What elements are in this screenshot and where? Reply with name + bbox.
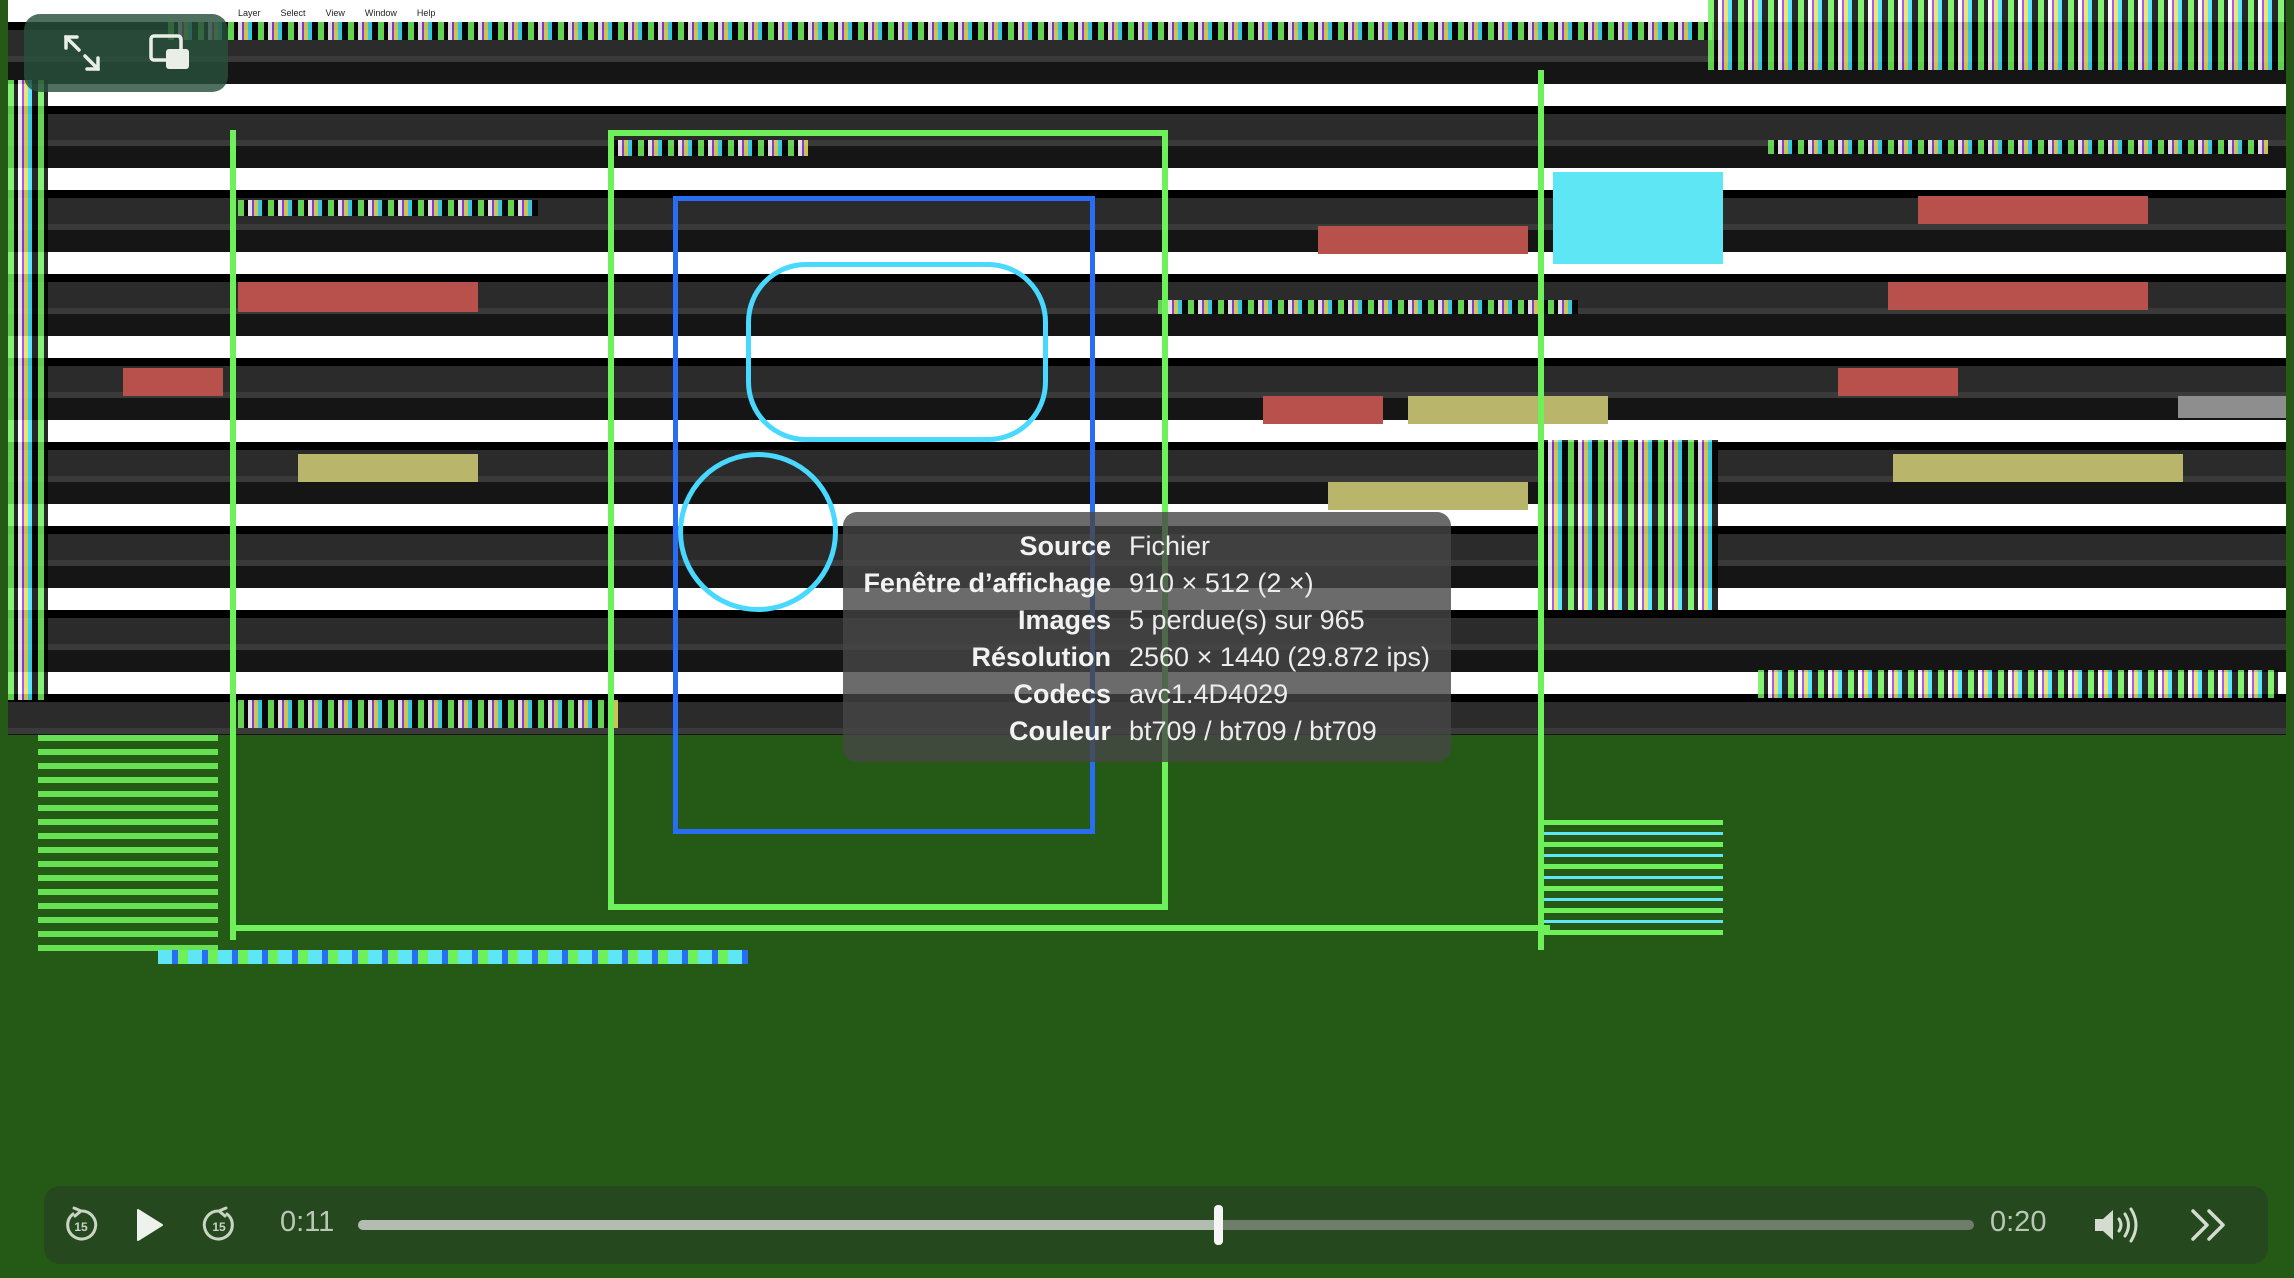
red-block [123, 368, 223, 396]
bottom-glitch-strip [158, 950, 748, 964]
skip-back-15-icon[interactable]: 15 [56, 1200, 106, 1250]
red-block [1263, 396, 1383, 424]
noise-band [1538, 440, 1718, 610]
info-row-source: Source Fichier [861, 528, 1433, 565]
cyan-circle-outline [678, 452, 838, 612]
noise-band [238, 700, 618, 728]
info-row-resolution: Résolution 2560 × 1440 (29.872 ips) [861, 639, 1433, 676]
red-block [1318, 226, 1528, 254]
info-value: avc1.4D4029 [1129, 679, 1289, 709]
volume-icon[interactable] [2088, 1200, 2152, 1250]
cyan-block [1553, 172, 1723, 264]
info-value: Fichier [1129, 531, 1211, 561]
info-value: 5 perdue(s) sur 965 [1129, 605, 1365, 635]
noise-band [168, 22, 1728, 40]
noise-band [1158, 300, 1578, 314]
red-block [1838, 368, 1958, 396]
video-menubar-text: Layer Select View Window Help [238, 8, 435, 18]
menu-view: View [325, 8, 345, 18]
red-block [1918, 196, 2148, 224]
noise-band [1758, 670, 2278, 698]
right-panel-lines [1543, 820, 1723, 940]
current-time: 0:11 [280, 1206, 335, 1238]
info-label: Images [1017, 605, 1111, 635]
progress-thumb[interactable] [1213, 1205, 1223, 1245]
olive-block [1408, 396, 1608, 424]
info-row-codecs: Codecs avc1.4D4029 [861, 676, 1433, 713]
noise-band [8, 80, 48, 700]
play-icon[interactable] [124, 1200, 174, 1250]
window-controls [24, 14, 228, 92]
info-value: bt709 / bt709 / bt709 [1129, 716, 1377, 746]
progress-fill [358, 1220, 1218, 1230]
noise-band [1768, 140, 2268, 154]
fast-forward-chevrons-icon[interactable] [2182, 1200, 2236, 1250]
gray-block [2178, 396, 2286, 418]
olive-block [1893, 454, 2183, 482]
olive-block [298, 454, 478, 482]
duration-time: 0:20 [1990, 1206, 2047, 1238]
skip-forward-15-icon[interactable]: 15 [194, 1200, 244, 1250]
info-value: 2560 × 1440 (29.872 ips) [1129, 642, 1430, 672]
left-panel-lines [38, 735, 218, 955]
info-label: Résolution [971, 642, 1112, 672]
info-row-frames: Images 5 perdue(s) sur 965 [861, 602, 1433, 639]
lime-vertical-line [1534, 70, 1544, 950]
info-row-viewport: Fenêtre d’affichage 910 × 512 (2 ×) [861, 565, 1433, 602]
red-block [1888, 282, 2148, 310]
cyan-shape-outline [746, 262, 1048, 442]
olive-block [1328, 482, 1528, 510]
info-label: Couleur [1008, 716, 1111, 746]
info-label: Codecs [1013, 679, 1111, 709]
menu-help: Help [416, 8, 436, 18]
info-label: Source [1019, 531, 1111, 561]
lime-horizontal-line [230, 925, 1550, 935]
video-player: Layer Select View Window Help Source Fic… [0, 0, 2294, 1278]
info-value: 910 × 512 (2 ×) [1129, 568, 1314, 598]
lime-vertical-line [230, 130, 236, 940]
menu-layer: Layer [238, 8, 261, 18]
menu-select: Select [280, 8, 306, 18]
picture-in-picture-icon[interactable] [140, 23, 200, 83]
noise-band [238, 200, 538, 216]
info-row-color: Couleur bt709 / bt709 / bt709 [861, 713, 1433, 750]
menu-window: Window [364, 8, 397, 18]
expand-arrows-icon[interactable] [52, 23, 112, 83]
info-label: Fenêtre d’affichage [863, 568, 1111, 598]
noise-band [1708, 0, 2286, 70]
media-info-panel: Source Fichier Fenêtre d’affichage 910 ×… [843, 512, 1451, 762]
progress-track[interactable] [358, 1205, 1974, 1245]
svg-text:15: 15 [212, 1220, 226, 1234]
svg-text:15: 15 [74, 1220, 88, 1234]
red-block [238, 282, 478, 312]
